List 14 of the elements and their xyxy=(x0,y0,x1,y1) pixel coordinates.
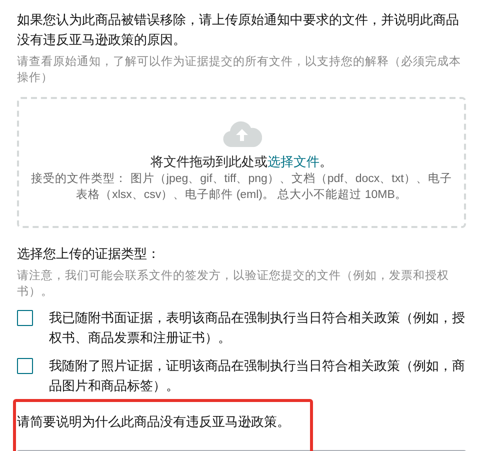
choose-file-link[interactable]: 选择文件 xyxy=(268,154,320,169)
checkbox[interactable] xyxy=(17,358,33,374)
drop-prompt: 将文件拖动到此处或选择文件。 xyxy=(150,153,334,171)
accepted-types-text: 接受的文件类型： 图片（jpeg、gif、tiff、png）、文档（pdf、docx、txt）、电子表格（xlsx、csv）、电子邮件 (eml)。 总大小不能超过 10MB。 xyxy=(30,171,453,203)
section-title: 选择您上传的证据类型： xyxy=(17,245,161,263)
checkbox-label: 我已随附书面证据，表明该商品在强制执行当日符合相关政策（例如，授权书、商品发票和注册证书）。 xyxy=(49,309,466,347)
upload-cloud-icon xyxy=(222,121,262,147)
field-label: 请简要说明为什么此商品没有违反亚马逊政策。 xyxy=(17,413,291,431)
drop-zone[interactable]: 将文件拖动到此处或选择文件。 接受的文件类型： 图片（jpeg、gif、tiff、png）、文档（pdf、docx、txt）、电子表格（xlsx、csv）、电子邮件 (eml)。 总大小不能超过 10MB。 xyxy=(17,97,466,228)
intro-text: 如果您认为此商品被错误移除，请上传原始通知中要求的文件，并说明此商品没有违反亚马逊政策的原因。 xyxy=(17,11,460,49)
checkbox-label: 我随附了照片证据，证明该商品在强制执行当日符合相关政策（例如，商品图片和商品标签）。 xyxy=(49,357,466,395)
checkbox[interactable] xyxy=(17,310,33,326)
hint-text: 请注意，我们可能会联系文件的签发方，以验证您提交的文件（例如，发票和授权书）。 xyxy=(17,268,450,300)
hint-text: 请查看原始通知，了解可以作为证据提交的所有文件，以支持您的解释（必须完成本操作） xyxy=(17,54,462,86)
